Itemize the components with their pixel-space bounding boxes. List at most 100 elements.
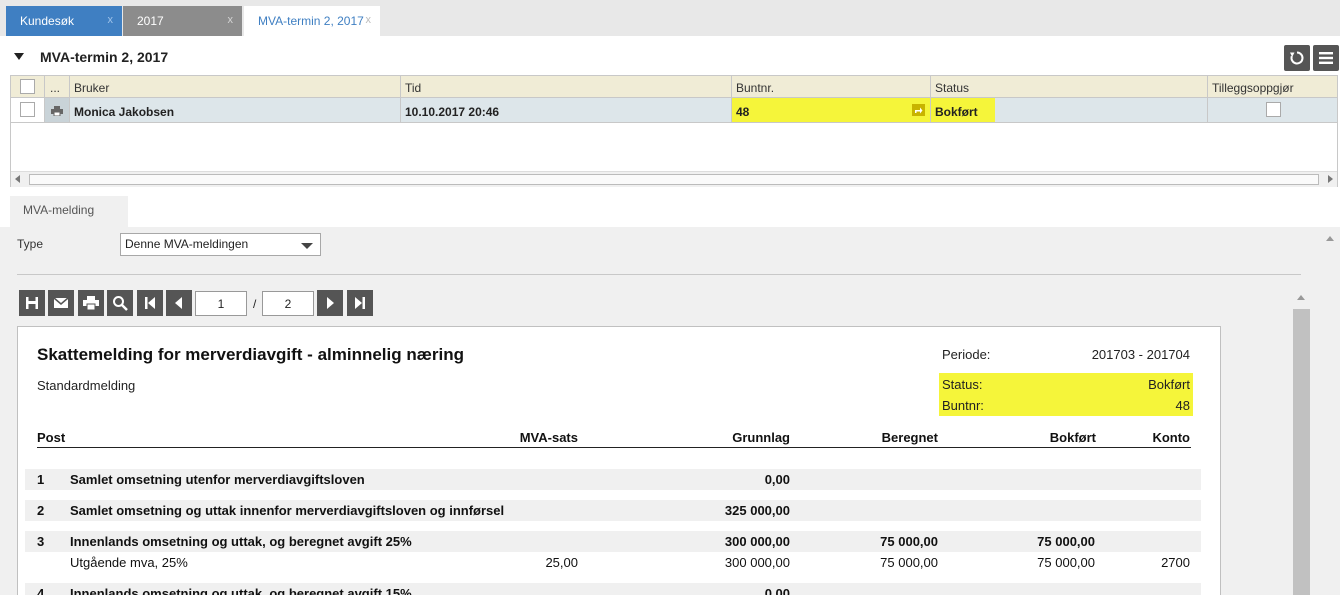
periode-value: 201703 - 201704 — [1091, 347, 1190, 362]
col-buntnr[interactable]: Buntnr. — [732, 76, 931, 97]
header-mva-sats: MVA-sats — [519, 430, 578, 445]
tab-kundesok[interactable]: Kundesøk x — [6, 6, 122, 36]
next-page-icon — [327, 297, 334, 309]
col-tilleggsoppgjor[interactable]: Tilleggsoppgjør — [1208, 76, 1337, 97]
buntnr-label: Buntnr: — [942, 398, 984, 413]
tab-bar: Kundesøk x 2017 x MVA-termin 2, 2017 x — [0, 0, 1340, 36]
col-tid[interactable]: Tid — [401, 76, 732, 97]
select-all-checkbox[interactable] — [20, 79, 35, 94]
row-beregnet: 75 000,00 — [880, 555, 938, 570]
header-rule — [37, 447, 1191, 448]
row-sats: 25,00 — [545, 555, 578, 570]
col-bruker[interactable]: Bruker — [70, 76, 401, 97]
cell-bruker: Monica Jakobsen — [70, 98, 401, 122]
last-page-button[interactable] — [347, 290, 373, 316]
col-dots[interactable]: ... — [45, 76, 70, 97]
cell-tilleggsoppgjor — [1208, 98, 1337, 122]
row-post: 3 — [37, 534, 45, 549]
first-page-icon — [145, 297, 155, 309]
status-label: Status: — [942, 377, 983, 392]
save-icon — [26, 297, 38, 309]
table-row[interactable]: Monica Jakobsen 10.10.2017 20:46 48 Bokf… — [11, 98, 1337, 123]
scroll-up-icon[interactable] — [1297, 295, 1305, 300]
last-page-icon — [355, 297, 365, 309]
next-page-button[interactable] — [317, 290, 343, 316]
tab-mva-termin[interactable]: MVA-termin 2, 2017 x — [244, 6, 380, 36]
report-scrollbar[interactable] — [1293, 290, 1310, 595]
row-checkbox[interactable] — [20, 102, 35, 117]
page-total: 2 — [262, 291, 314, 316]
cell-buntnr[interactable]: 48 — [732, 98, 931, 122]
section-title: MVA-termin 2, 2017 — [40, 49, 169, 65]
status-value: Bokført — [931, 98, 995, 122]
cell-status: Bokført — [931, 98, 1208, 122]
type-label: Type — [17, 237, 44, 251]
mail-icon — [53, 297, 69, 308]
collapse-triangle-icon[interactable] — [14, 53, 24, 60]
divider — [17, 274, 1301, 275]
batch-grid: ... Bruker Tid Buntnr. Status Tilleggsop… — [10, 75, 1338, 187]
periode-label: Periode: — [942, 347, 991, 362]
col-status[interactable]: Status — [931, 76, 1208, 97]
close-icon[interactable]: x — [228, 14, 234, 26]
print-icon — [83, 296, 99, 310]
header-bokfort: Bokført — [1049, 430, 1096, 445]
close-icon[interactable]: x — [108, 14, 114, 26]
printer-icon — [51, 106, 63, 117]
row-post: 2 — [37, 503, 45, 518]
scroll-left-icon[interactable] — [15, 175, 20, 183]
mail-button[interactable] — [48, 290, 74, 316]
prev-page-button[interactable] — [166, 290, 192, 316]
zoom-button[interactable] — [107, 290, 133, 316]
zoom-icon — [113, 296, 128, 311]
header-beregnet: Beregnet — [881, 430, 938, 445]
header-konto: Konto — [1152, 430, 1190, 445]
undo-icon — [1290, 51, 1304, 65]
row-grunnlag: 300 000,00 — [724, 555, 790, 570]
print-row-cell[interactable] — [45, 98, 70, 122]
select-all-cell — [11, 76, 45, 97]
report-title: Skattemelding for merverdiavgift - almin… — [37, 345, 464, 364]
tab-label: 2017 — [137, 14, 164, 28]
tab-mva-melding[interactable]: MVA-melding — [10, 196, 128, 228]
row-bokfort: 75 000,00 — [1037, 555, 1095, 570]
type-select-value: Denne MVA-meldingen — [125, 237, 249, 251]
first-page-button[interactable] — [137, 290, 163, 316]
tab-label: Kundesøk — [20, 14, 75, 28]
close-icon[interactable]: x — [366, 14, 372, 26]
horizontal-scrollbar[interactable] — [11, 171, 1337, 187]
grid-header: ... Bruker Tid Buntnr. Status Tilleggsop… — [11, 76, 1337, 98]
tab-2017[interactable]: 2017 x — [123, 6, 242, 36]
panel-scrollbar[interactable] — [1322, 230, 1338, 595]
report-subtitle: Standardmelding — [37, 378, 136, 393]
page-number-input[interactable]: 1 — [195, 291, 247, 316]
row-text: Innenlands omsetning og uttak, og beregn… — [70, 534, 412, 549]
menu-icon — [1319, 52, 1333, 64]
type-select[interactable]: Denne MVA-meldingen — [120, 233, 321, 256]
scroll-thumb[interactable] — [29, 174, 1319, 185]
cell-tid: 10.10.2017 20:46 — [401, 98, 732, 122]
buntnr-value: 48 — [736, 105, 750, 119]
scroll-up-icon[interactable] — [1326, 236, 1334, 241]
chevron-down-icon — [301, 243, 313, 249]
row-grunnlag: 300 000,00 — [724, 534, 790, 549]
page-separator: / — [253, 297, 257, 311]
header-post: Post — [37, 430, 66, 445]
row-text: Innenlands omsetning og uttak, og beregn… — [70, 586, 412, 595]
header-grunnlag: Grunnlag — [732, 430, 790, 445]
scroll-thumb[interactable] — [1293, 309, 1310, 595]
row-post: 1 — [37, 472, 45, 487]
arrow-link-icon[interactable] — [912, 104, 925, 116]
row-select-cell — [11, 98, 45, 122]
tillegg-checkbox[interactable] — [1266, 102, 1281, 117]
scroll-right-icon[interactable] — [1328, 175, 1333, 183]
status-value: Bokført — [1148, 377, 1190, 392]
tab-label: MVA-termin 2, 2017 — [258, 14, 364, 28]
print-button[interactable] — [78, 290, 104, 316]
row-text: Samlet omsetning utenfor merverdiavgifts… — [70, 472, 365, 487]
save-button[interactable] — [19, 290, 45, 316]
row-beregnet: 75 000,00 — [880, 534, 938, 549]
menu-button[interactable] — [1313, 45, 1339, 71]
row-grunnlag: 0,00 — [764, 472, 790, 487]
undo-button[interactable] — [1284, 45, 1310, 71]
